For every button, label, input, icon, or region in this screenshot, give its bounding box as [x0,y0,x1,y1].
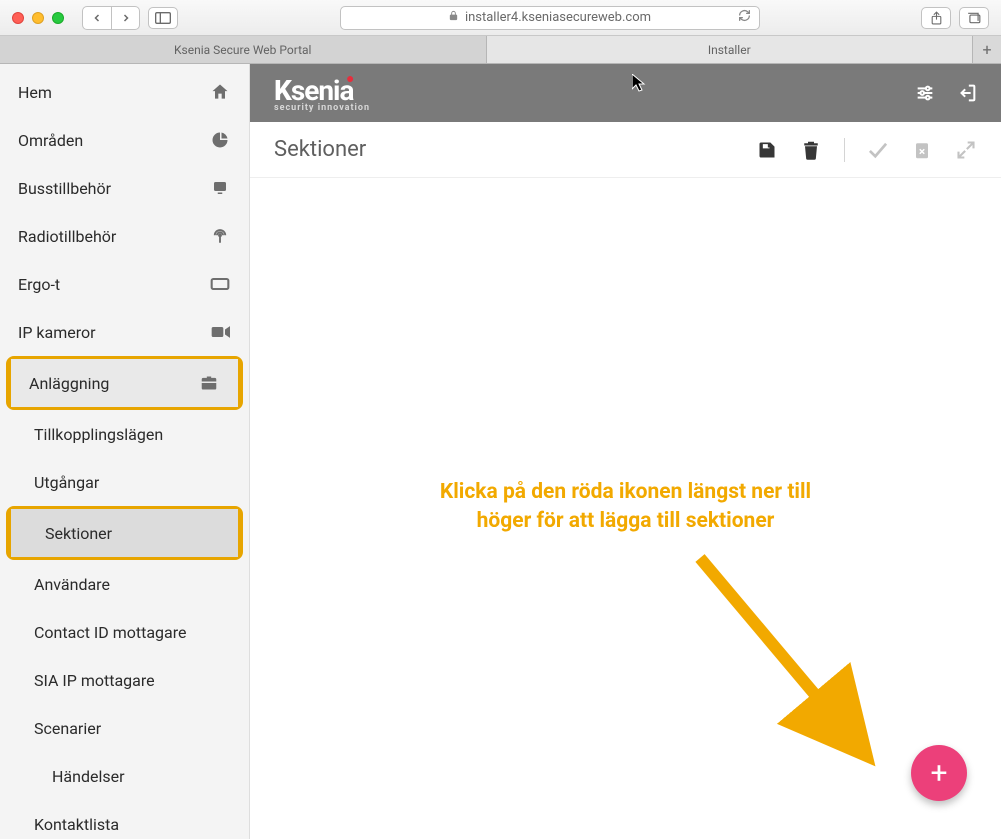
sidebar-item-home[interactable]: Hem [0,68,249,116]
content-body: Klicka på den röda ikonen längst ner til… [250,178,1001,839]
discard-button[interactable] [911,139,933,161]
sidebar-item-label: IP kameror [18,323,96,342]
address-bar[interactable]: installer4.kseniasecureweb.com [340,6,760,30]
sidebar-item-label: Anläggning [29,374,109,393]
logout-button[interactable] [953,79,981,107]
main-column: Ksenia● security innovation Sektioner [250,64,1001,839]
close-window-icon[interactable] [12,12,24,24]
nav-arrow-group [82,6,140,30]
sidebar-item-label: Händelser [52,767,125,786]
sidebar-item-ipcameras[interactable]: IP kameror [0,308,249,356]
content-header: Sektioner [250,122,1001,178]
app-root: Hem Områden Busstillbehör Radiotillbehör [0,64,1001,839]
delete-button[interactable] [800,139,822,161]
sidebar-item-radio[interactable]: Radiotillbehör [0,212,249,260]
app-header: Ksenia● security innovation [250,64,1001,122]
sidebar-item-label: Hem [18,83,52,102]
sidebar-item-areas[interactable]: Områden [0,116,249,164]
sidebar-sub-siaip[interactable]: SIA IP mottagare [0,656,249,704]
reload-icon[interactable] [738,9,751,26]
annotation-arrow-icon [680,538,900,778]
sidebar-item-label: Användare [34,575,110,594]
tab-portal[interactable]: Ksenia Secure Web Portal [0,36,487,63]
sidebar-item-label: Contact ID mottagare [34,623,186,642]
sidebar-sub-arming[interactable]: Tillkopplingslägen [0,410,249,458]
address-bar-wrapper: installer4.kseniasecureweb.com [246,6,853,30]
sidebar-item-label: SIA IP mottagare [34,671,155,690]
window-controls [12,12,64,24]
tabs-overview-button[interactable] [959,7,989,29]
briefcase-icon [198,372,220,394]
save-button[interactable] [756,139,778,161]
tab-label: Installer [708,43,751,57]
sidebar: Hem Områden Busstillbehör Radiotillbehör [0,64,250,839]
monitor-icon [209,177,231,199]
sidebar-sub-events[interactable]: Händelser [0,752,249,800]
camera-icon [209,321,231,343]
sidebar-item-label: Busstillbehör [18,179,111,198]
share-button[interactable] [921,7,951,29]
tab-strip: Ksenia Secure Web Portal Installer + [0,36,1001,64]
sidebar-item-label: Tillkopplingslägen [34,425,163,444]
annotation-line1: Klicka på den röda ikonen längst ner til… [440,480,811,504]
sidebar-item-label: Kontaktlista [34,815,119,834]
plus-icon: + [930,756,947,791]
sidebar-sub-outputs[interactable]: Utgångar [0,458,249,506]
sidebar-toggle-button[interactable] [148,7,178,29]
sidebar-item-bus[interactable]: Busstillbehör [0,164,249,212]
page-title: Sektioner [274,137,366,162]
new-tab-button[interactable]: + [973,36,1001,63]
minimize-window-icon[interactable] [32,12,44,24]
confirm-button[interactable] [867,139,889,161]
annotation-text: Klicka på den röda ikonen längst ner til… [440,478,811,537]
annot-box-sections: Sektioner [6,506,243,560]
safari-toolbar: installer4.kseniasecureweb.com [0,0,1001,36]
collapse-button[interactable] [955,139,977,161]
content-actions [756,138,977,162]
toolbar-right [921,7,989,29]
sidebar-sub-contactid[interactable]: Contact ID mottagare [0,608,249,656]
back-button[interactable] [83,7,111,29]
brand-logo: Ksenia● security innovation [274,74,370,113]
sidebar-item-label: Ergo-t [18,275,60,294]
tab-label: Ksenia Secure Web Portal [174,43,311,57]
sidebar-item-ergot[interactable]: Ergo-t [0,260,249,308]
divider [844,138,845,162]
annotation-line2: höger för att lägga till sektioner [477,509,775,533]
sidebar-sub-contacts[interactable]: Kontaktlista [0,800,249,839]
sidebar-item-label: Sektioner [45,524,112,543]
antenna-icon [209,225,231,247]
sidebar-item-label: Radiotillbehör [18,227,116,246]
lock-icon [448,10,459,25]
add-section-fab[interactable]: + [911,745,967,801]
settings-button[interactable] [911,79,939,107]
annot-box-plant: Anläggning [6,356,243,410]
home-icon [209,81,231,103]
sidebar-item-label: Utgångar [34,473,99,492]
sidebar-item-plant[interactable]: Anläggning [11,359,238,407]
forward-button[interactable] [111,7,139,29]
tab-installer[interactable]: Installer [487,36,974,63]
address-url: installer4.kseniasecureweb.com [465,10,651,25]
piechart-icon [209,129,231,151]
sidebar-item-label: Områden [18,131,83,150]
sidebar-item-label: Scenarier [34,719,101,738]
rect-icon [209,273,231,295]
sidebar-sub-scenarios[interactable]: Scenarier [0,704,249,752]
sidebar-sub-users[interactable]: Användare [0,560,249,608]
zoom-window-icon[interactable] [52,12,64,24]
sidebar-sub-sections[interactable]: Sektioner [11,509,238,557]
